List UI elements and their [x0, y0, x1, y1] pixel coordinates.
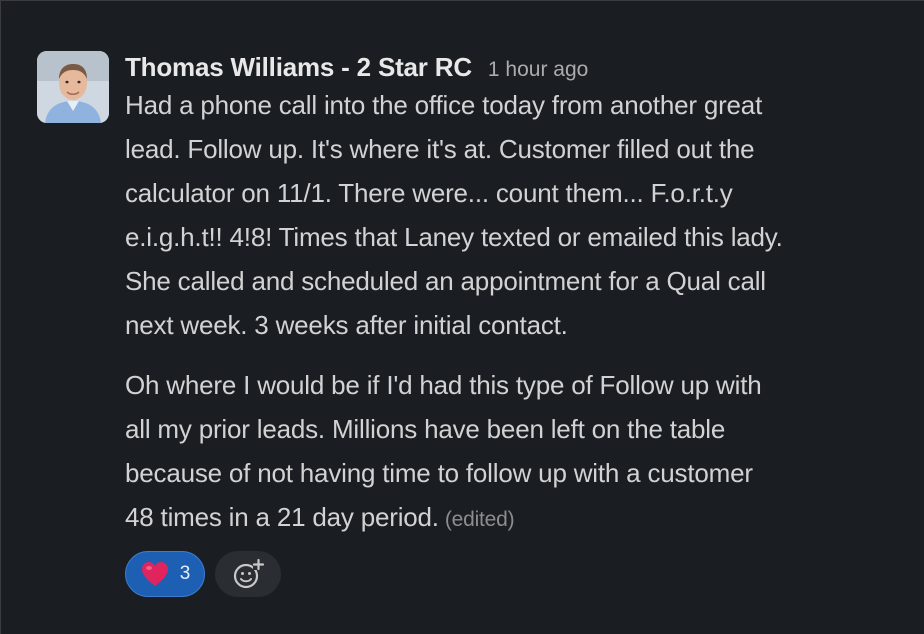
- red-heart-icon: [141, 562, 168, 586]
- message-timestamp[interactable]: 1 hour ago: [488, 58, 588, 82]
- message-content: Thomas Williams - 2 Star RC 1 hour ago H…: [125, 51, 905, 597]
- message-line: e.i.g.h.t!! 4!8! Times that Laney texted…: [125, 222, 783, 252]
- message-line: lead. Follow up. It's where it's at. Cus…: [125, 134, 755, 164]
- reaction-count: 3: [179, 563, 191, 584]
- message-header: Thomas Williams - 2 Star RC 1 hour ago: [125, 51, 905, 83]
- add-reaction-button[interactable]: [215, 551, 281, 597]
- message-line: because of not having time to follow up …: [125, 458, 753, 488]
- edited-label: (edited): [444, 508, 515, 531]
- message-line: next week. 3 weeks after initial contact…: [125, 310, 568, 340]
- message-paragraph-2: Oh where I would be if I'd had this type…: [125, 363, 905, 542]
- message-line: all my prior leads. Millions have been l…: [125, 414, 726, 444]
- message-pane: Thomas Williams - 2 Star RC 1 hour ago H…: [0, 0, 924, 634]
- message-line: She called and scheduled an appointment …: [125, 266, 766, 296]
- author-name[interactable]: Thomas Williams - 2 Star RC: [125, 51, 472, 83]
- message-line: Had a phone call into the office today f…: [125, 90, 763, 120]
- avatar-image: [37, 51, 109, 123]
- message-paragraph-1: Had a phone call into the office today f…: [125, 83, 905, 347]
- message-line: Oh where I would be if I'd had this type…: [125, 370, 762, 400]
- avatar[interactable]: [37, 51, 109, 123]
- reactions-bar: 3: [125, 551, 281, 597]
- reaction-heart[interactable]: 3: [125, 551, 205, 597]
- add-emoji-icon: [233, 558, 265, 589]
- message-line: 48 times in a 21 day period.: [125, 502, 439, 532]
- message-line: calculator on 11/1. There were... count …: [125, 178, 733, 208]
